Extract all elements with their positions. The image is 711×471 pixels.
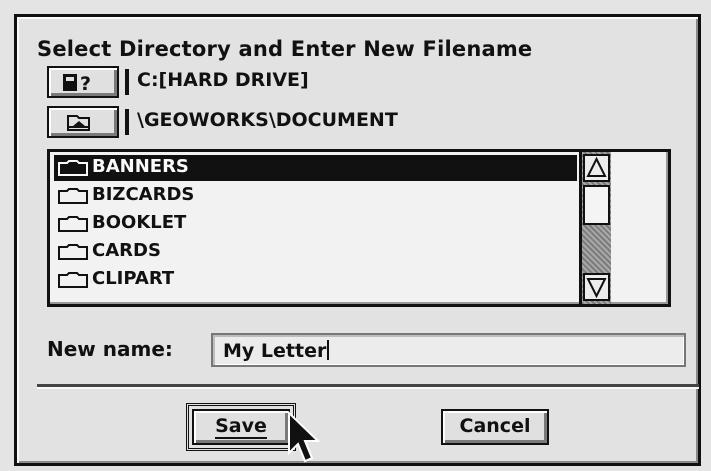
divider: [37, 384, 699, 387]
text-caret: [327, 340, 330, 360]
cancel-button[interactable]: Cancel: [441, 409, 549, 445]
list-item[interactable]: BANNERS: [54, 155, 577, 181]
drive-query-icon: ?: [63, 73, 91, 95]
list-item-label: BOOKLET: [92, 212, 187, 233]
list-item-label: CLIPART: [92, 268, 175, 289]
change-drive-button[interactable]: ?: [47, 66, 119, 98]
scrollbar[interactable]: [579, 152, 611, 304]
folder-icon: [58, 272, 88, 288]
folder-icon: [58, 244, 88, 260]
cancel-button-label: Cancel: [459, 415, 531, 437]
list-item-label: BANNERS: [92, 156, 189, 177]
scroll-down-button[interactable]: [583, 273, 610, 301]
folder-icon: [58, 188, 88, 204]
save-button-label: Save: [215, 415, 267, 439]
list-item[interactable]: CLIPART: [54, 267, 577, 293]
triangle-up-icon: [586, 156, 607, 177]
list-item-label: BIZCARDS: [92, 184, 195, 205]
list-item[interactable]: BOOKLET: [54, 211, 577, 237]
save-dialog: Select Directory and Enter New Filename …: [14, 14, 701, 466]
new-name-value: My Letter: [223, 340, 327, 362]
scroll-thumb[interactable]: [583, 185, 610, 225]
new-name-label: New name:: [47, 337, 173, 361]
folder-icon: [58, 216, 88, 232]
file-list[interactable]: BANNERS BIZCARDS BOOKLET CARDS CLIPART: [47, 149, 671, 307]
new-name-field[interactable]: My Letter: [211, 333, 686, 367]
svg-text:?: ?: [80, 73, 91, 95]
save-button[interactable]: Save: [186, 403, 296, 451]
up-directory-button[interactable]: [47, 106, 119, 138]
list-item[interactable]: CARDS: [54, 239, 577, 265]
triangle-down-icon: [586, 278, 607, 299]
mouse-pointer-icon: [288, 411, 321, 463]
list-item[interactable]: BIZCARDS: [54, 183, 577, 209]
dialog-title: Select Directory and Enter New Filename: [37, 37, 533, 61]
folder-icon: [58, 160, 88, 176]
drive-label: C:[HARD DRIVE]: [137, 69, 309, 91]
list-item-label: CARDS: [92, 240, 161, 261]
separator: [125, 69, 129, 95]
open-parent-folder-icon: [67, 115, 90, 131]
current-path: \GEOWORKS\DOCUMENT: [137, 109, 398, 131]
separator: [125, 109, 129, 135]
scroll-up-button[interactable]: [583, 154, 610, 182]
